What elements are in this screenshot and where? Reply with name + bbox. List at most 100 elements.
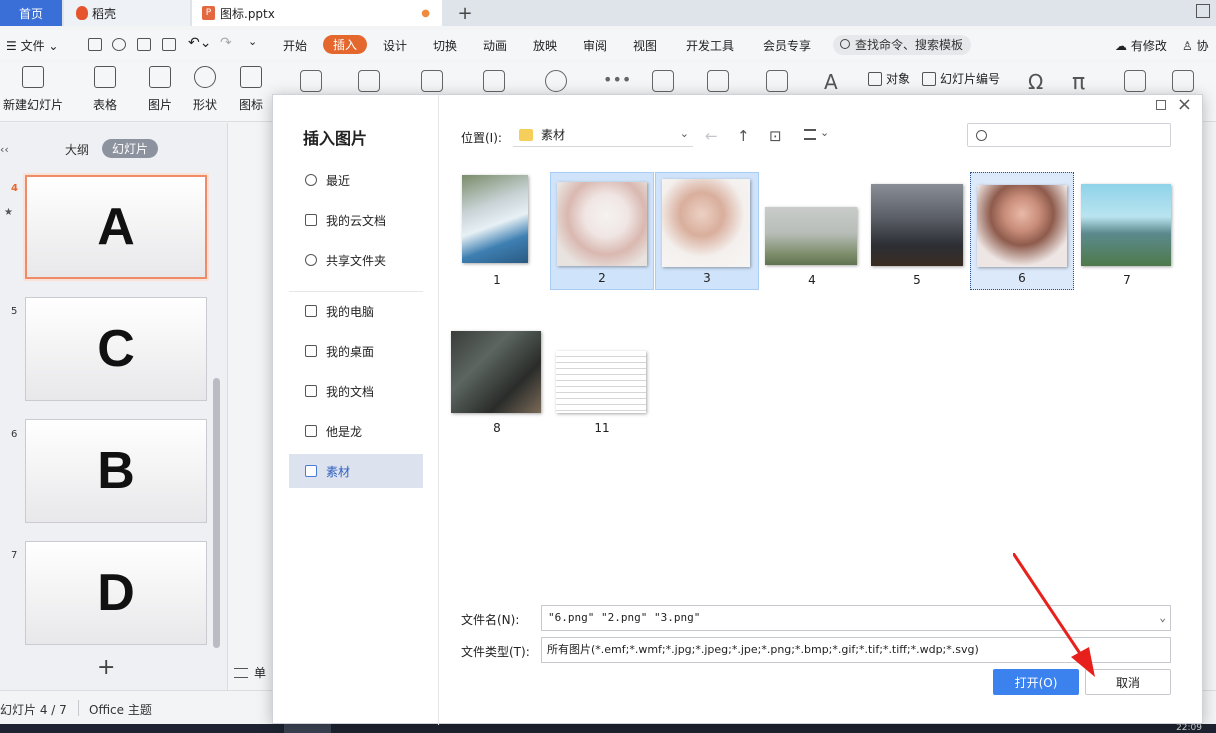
object-button[interactable]: 对象 (868, 70, 910, 87)
sidebar-item-label: 素材 (326, 464, 351, 479)
export-icon[interactable] (112, 38, 126, 51)
sidebar-item-desktop[interactable]: 我的桌面 (289, 334, 423, 368)
chevron-down-icon[interactable]: ⌄ (820, 126, 829, 139)
new-tab-button[interactable]: + (450, 0, 480, 26)
menu-review[interactable]: 审阅 (583, 37, 607, 54)
maximize-icon[interactable] (1156, 100, 1166, 110)
smartart-icon[interactable] (300, 70, 322, 92)
new-slide-button[interactable]: 新建幻灯片 (3, 66, 63, 113)
sidebar-item-documents[interactable]: 我的文档 (289, 374, 423, 408)
mindmap-icon[interactable] (545, 70, 567, 92)
redo-icon[interactable]: ↷ (220, 35, 232, 51)
file-menu[interactable]: ☰ 文件 ⌄ (6, 37, 58, 54)
sidebar-item-label: 最近 (326, 173, 351, 188)
undo-icon[interactable]: ↶⌄ (188, 35, 211, 51)
icon-label: 图标 (239, 98, 264, 112)
menu-start[interactable]: 开始 (283, 37, 307, 54)
pptx-file-icon: P (202, 6, 215, 20)
icon-button[interactable]: 图标 (239, 66, 263, 113)
taskbar-item[interactable] (284, 724, 331, 733)
file-search-input[interactable] (967, 123, 1171, 147)
more-icon[interactable]: ••• (603, 70, 631, 92)
file-name: 2 (598, 271, 606, 285)
quick-access-dropdown-icon[interactable]: ⌄ (248, 35, 257, 48)
red-arrow-head (1071, 647, 1095, 677)
screenshot-icon[interactable] (421, 70, 443, 92)
file-item[interactable]: 4 (760, 173, 864, 291)
picture-button[interactable]: 图片 (148, 66, 172, 113)
panel-scrollbar[interactable] (213, 378, 220, 648)
slide-thumbnail[interactable]: B (25, 419, 207, 523)
print-icon[interactable] (137, 38, 151, 51)
menu-insert[interactable]: 插入 (323, 35, 368, 54)
shape-button[interactable]: 形状 (193, 66, 217, 113)
slide-thumbnail[interactable]: C (25, 297, 207, 401)
sidebar-item-material[interactable]: 素材 (289, 454, 423, 488)
tab-home-label: 首页 (18, 6, 43, 21)
sidebar-item-my-computer[interactable]: 我的电脑 (289, 294, 423, 328)
file-item[interactable]: 5 (865, 173, 969, 291)
flowchart-icon[interactable] (483, 70, 505, 92)
menu-slideshow[interactable]: 放映 (533, 37, 557, 54)
audio-icon[interactable] (1124, 70, 1146, 92)
slide-thumbnail[interactable]: D (25, 541, 207, 645)
chart-icon[interactable] (358, 70, 380, 92)
back-arrow-icon[interactable]: ← (705, 127, 718, 145)
add-slide-button[interactable]: + (97, 655, 115, 680)
sidebar-item-cloud-docs[interactable]: 我的云文档 (289, 203, 423, 237)
tab-home[interactable]: 首页 (0, 0, 62, 26)
file-item[interactable]: 6 (970, 172, 1074, 290)
textbox-list-icon[interactable] (652, 70, 674, 92)
menu-view[interactable]: 视图 (633, 37, 657, 54)
notes-label: 单 (254, 666, 267, 680)
symbol-icon[interactable]: Ω (1028, 70, 1050, 94)
header-footer-icon[interactable] (766, 70, 788, 92)
tab-daoke[interactable]: 稻壳 (64, 0, 190, 26)
window-restore-icon[interactable] (1196, 4, 1210, 18)
menu-developer[interactable]: 开发工具 (686, 37, 734, 54)
formula-icon[interactable]: π (1072, 70, 1094, 95)
collab-button[interactable]: ♙ 协 (1182, 37, 1209, 54)
tab-outline[interactable]: 大纲 (65, 141, 89, 158)
file-item[interactable]: 11 (550, 321, 654, 439)
menu-animation[interactable]: 动画 (483, 37, 507, 54)
menu-transition[interactable]: 切换 (433, 37, 457, 54)
menu-member[interactable]: 会员专享 (763, 37, 811, 54)
file-item[interactable]: 8 (445, 321, 549, 439)
sidebar-item-shared-folder[interactable]: 共享文件夹 (289, 243, 423, 277)
up-arrow-icon[interactable]: ↑ (737, 127, 750, 145)
changes-button[interactable]: ☁ 有修改 (1115, 37, 1167, 54)
new-folder-icon[interactable]: ⊡ (769, 127, 782, 145)
slide-number-label: 幻灯片编号 (940, 72, 1001, 86)
tab-daoke-label: 稻壳 (92, 6, 117, 21)
menu-design[interactable]: 设计 (383, 37, 407, 54)
sidebar-item-label: 共享文件夹 (326, 253, 387, 268)
slide-thumbnail[interactable]: A (25, 175, 207, 279)
notes-button[interactable]: 单 (234, 664, 266, 681)
save-icon[interactable] (88, 38, 102, 51)
view-mode-icon[interactable] (804, 129, 816, 140)
file-item[interactable]: 2 (550, 172, 654, 290)
object-label: 对象 (886, 72, 911, 86)
sidebar-item-user-folder[interactable]: 他是龙 (289, 414, 423, 448)
close-icon[interactable]: × (1177, 94, 1192, 115)
preview-icon[interactable] (162, 38, 176, 51)
file-menu-label: 文件 (20, 39, 45, 53)
notes-icon (234, 667, 248, 678)
tab-document[interactable]: P 图标.pptx ● (192, 0, 442, 26)
file-name: 1 (493, 273, 501, 287)
sidebar-item-recent[interactable]: 最近 (289, 163, 423, 197)
file-item[interactable]: 3 (655, 172, 759, 290)
command-search[interactable]: 查找命令、搜索模板 (833, 35, 971, 55)
menu-bar: ☰ 文件 ⌄ ↶⌄ ↷ ⌄ 开始 插入 设计 切换 动画 放映 审阅 视图 开发… (0, 30, 1216, 60)
file-item[interactable]: 1 (445, 173, 549, 291)
tab-slides[interactable]: 幻灯片 (102, 139, 159, 158)
file-item[interactable]: 7 (1075, 173, 1179, 291)
location-select[interactable]: 素材 ⌄ (513, 123, 693, 147)
slide-number-button[interactable]: 幻灯片编号 (922, 70, 1000, 87)
command-search-label: 查找命令、搜索模板 (855, 38, 964, 52)
wordart-icon[interactable]: A (824, 70, 846, 94)
video-icon[interactable] (1172, 70, 1194, 92)
table-button[interactable]: 表格 (93, 66, 117, 113)
textbox-icon[interactable] (707, 70, 729, 92)
